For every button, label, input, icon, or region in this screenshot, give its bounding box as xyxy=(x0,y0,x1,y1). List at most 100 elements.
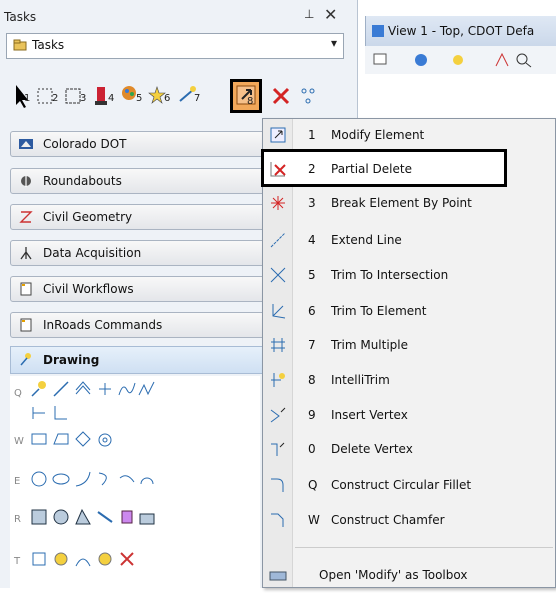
place-curve-icon[interactable] xyxy=(118,380,136,398)
menu-item-intellitrim[interactable]: 8 IntelliTrim xyxy=(263,364,555,398)
row-letter: R xyxy=(14,514,21,525)
region-icon[interactable] xyxy=(138,508,156,526)
trim-intersection-icon xyxy=(270,267,286,283)
menu-item-delete-vertex[interactable]: 0 Delete Vertex xyxy=(263,433,555,467)
toolbar-number: 6 xyxy=(164,93,171,104)
menu-item-label: Modify Element xyxy=(331,128,425,142)
menu-item-break-element[interactable]: 3 Break Element By Point xyxy=(263,187,555,221)
text-place-icon[interactable] xyxy=(30,550,48,568)
menu-item-label: Trim To Intersection xyxy=(331,268,449,282)
label-icon[interactable] xyxy=(118,550,136,568)
place-polygon-icon[interactable] xyxy=(74,430,92,448)
place-circle-icon[interactable] xyxy=(30,470,48,488)
view-window-title: View 1 - Top, CDOT Defa xyxy=(388,24,535,38)
menu-item-partial-delete[interactable]: 2 Partial Delete xyxy=(263,153,555,187)
toolbar-number: 3 xyxy=(80,93,87,104)
half-ellipse-icon[interactable] xyxy=(138,470,156,488)
menu-item-key: Q xyxy=(308,478,318,492)
toolbar-number: 1 xyxy=(24,93,31,104)
close-icon[interactable]: ✕ xyxy=(324,5,337,24)
menu-item-key: W xyxy=(308,513,320,527)
crosshatch-icon[interactable] xyxy=(52,508,70,526)
menu-item-trim-to-intersection[interactable]: 5 Trim To Intersection xyxy=(263,259,555,293)
view-tool-icon[interactable] xyxy=(493,52,511,68)
intellitrim-icon xyxy=(271,373,285,387)
menu-item-key: 1 xyxy=(308,128,316,142)
row-letter: Q xyxy=(14,388,22,399)
dimension-icon[interactable] xyxy=(30,404,48,422)
menu-item-insert-vertex[interactable]: 9 Insert Vertex xyxy=(263,399,555,433)
colorado-dot-icon xyxy=(19,139,33,149)
annotation-icon[interactable] xyxy=(74,550,92,568)
place-point-icon[interactable] xyxy=(30,380,48,398)
circular-fillet-icon xyxy=(271,478,284,492)
chevron-down-icon: ▾ xyxy=(330,36,337,50)
menu-item-key: 7 xyxy=(308,338,316,352)
inroads-commands-icon xyxy=(20,318,32,332)
menu-item-trim-to-element[interactable]: 6 Trim To Element xyxy=(263,295,555,329)
place-block-icon[interactable] xyxy=(30,430,48,448)
break-element-icon xyxy=(271,196,285,210)
pattern-icon[interactable] xyxy=(74,508,92,526)
menu-item-circular-fillet[interactable]: Q Construct Circular Fillet xyxy=(263,469,555,503)
menu-item-extend-line[interactable]: 4 Extend Line xyxy=(263,224,555,258)
menu-item-key: 4 xyxy=(308,233,316,247)
toolbar-number: 7 xyxy=(194,93,201,104)
menu-item-key: 3 xyxy=(308,196,316,210)
menu-item-key: 5 xyxy=(308,268,316,282)
menu-item-label: Partial Delete xyxy=(331,162,412,176)
delete-x-icon[interactable] xyxy=(270,83,292,109)
menu-item-label: Extend Line xyxy=(331,233,402,247)
modify-element-icon xyxy=(270,127,286,143)
place-shape-icon[interactable] xyxy=(52,430,70,448)
view-display-icon[interactable] xyxy=(413,52,431,68)
lighting-icon[interactable] xyxy=(449,52,467,68)
place-line-icon[interactable] xyxy=(52,380,70,398)
menu-item-label: Insert Vertex xyxy=(331,408,408,422)
area-icon[interactable] xyxy=(118,508,136,526)
view-attributes-icon[interactable] xyxy=(373,52,391,68)
tasks-dropdown[interactable]: Tasks ▾ xyxy=(6,33,344,59)
text-edit-icon[interactable] xyxy=(52,550,70,568)
group-label: Drawing xyxy=(43,353,100,367)
trim-multiple-icon xyxy=(271,338,285,352)
modify-toolbar-button-active[interactable]: 8 xyxy=(230,79,262,113)
menu-item-key: 6 xyxy=(308,304,316,318)
menu-item-label: Trim To Element xyxy=(331,304,427,318)
toolbar-number: 4 xyxy=(108,93,115,104)
place-smartline-icon[interactable] xyxy=(74,380,92,398)
place-ellipse-icon[interactable] xyxy=(52,470,70,488)
menu-item-modify-element[interactable]: 1 Modify Element xyxy=(263,119,555,153)
zoom-icon[interactable] xyxy=(515,52,533,68)
pin-icon[interactable]: ⊥ xyxy=(304,7,314,21)
toolbar-number: 8 xyxy=(247,96,254,107)
note-icon[interactable] xyxy=(96,550,114,568)
group-label: InRoads Commands xyxy=(43,318,163,332)
tasks-dropdown-icon xyxy=(13,39,27,51)
place-orbit-icon[interactable] xyxy=(96,430,114,448)
fill-icon[interactable] xyxy=(96,508,114,526)
node-icon[interactable] xyxy=(298,83,320,109)
insert-vertex-icon xyxy=(270,407,286,423)
place-arc-icon[interactable] xyxy=(74,470,92,488)
freehand-icon[interactable] xyxy=(138,380,156,398)
place-cross-icon[interactable] xyxy=(96,380,114,398)
bend-icon[interactable] xyxy=(52,404,70,422)
arc-center-icon[interactable] xyxy=(96,470,114,488)
view-icon xyxy=(372,25,384,37)
menu-item-label: Trim Multiple xyxy=(331,338,409,352)
menu-item-label: Break Element By Point xyxy=(331,196,472,210)
menu-item-label: Delete Vertex xyxy=(331,442,413,456)
menu-item-label: Construct Circular Fillet xyxy=(331,478,472,492)
row-letter: T xyxy=(14,556,21,567)
menu-item-key: 8 xyxy=(308,373,316,387)
group-label: Data Acquisition xyxy=(43,246,142,260)
view-window-titlebar[interactable]: View 1 - Top, CDOT Defa xyxy=(365,16,556,46)
civil-geometry-icon xyxy=(19,211,33,223)
menu-item-trim-multiple[interactable]: 7 Trim Multiple xyxy=(263,329,555,363)
menu-item-label: Construct Chamfer xyxy=(331,513,445,527)
hatch-icon[interactable] xyxy=(30,508,48,526)
arc-edge-icon[interactable] xyxy=(118,470,136,488)
chamfer-icon xyxy=(271,513,284,527)
menu-item-construct-chamfer[interactable]: W Construct Chamfer xyxy=(263,504,555,538)
